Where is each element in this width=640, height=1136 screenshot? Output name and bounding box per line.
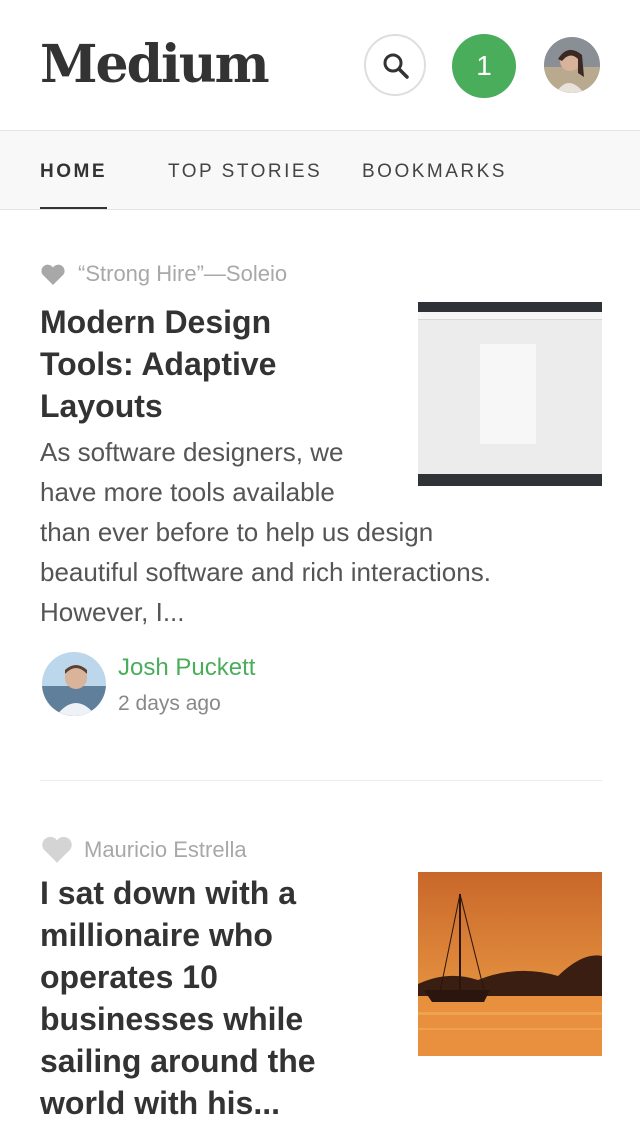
post-title-line: businesses while — [40, 1001, 304, 1037]
author-name[interactable]: Josh Puckett — [118, 654, 255, 682]
notification-badge[interactable]: 1 — [452, 34, 516, 98]
post-title[interactable]: Modern Design Tools: Adaptive Layouts — [40, 301, 400, 427]
app-header: Medium 1 — [0, 0, 640, 130]
tab-home[interactable]: HOME — [40, 131, 107, 209]
sailboat-image — [418, 872, 602, 1056]
post-kicker: “Strong Hire”—Soleio — [78, 261, 288, 286]
post-date: 2 days ago — [118, 692, 221, 715]
search-button[interactable] — [364, 34, 426, 96]
post-title-line: Modern Design — [40, 304, 272, 340]
post-title-line: I sat down with a — [40, 875, 297, 911]
post-title[interactable]: I sat down with a millionaire who operat… — [40, 872, 400, 1124]
post-thumbnail[interactable] — [418, 302, 602, 486]
user-photo — [544, 37, 600, 93]
heart-icon[interactable] — [40, 836, 74, 864]
post-kicker: Mauricio Estrella — [84, 837, 247, 862]
medium-logo[interactable]: Medium — [40, 30, 270, 100]
post-title-line: Layouts — [40, 388, 163, 424]
heart-icon[interactable] — [40, 264, 66, 286]
author-photo — [42, 652, 106, 716]
avatar[interactable] — [544, 37, 600, 93]
post-title-line: Tools: Adaptive — [40, 346, 277, 382]
post-excerpt-line: than ever before to help us design — [40, 517, 434, 547]
post-title-line: operates 10 — [40, 959, 218, 995]
post-excerpt-line: However, I... — [40, 597, 185, 627]
search-icon — [383, 53, 409, 79]
post-title-line: sailing around the — [40, 1043, 316, 1079]
post-title-line: world with his... — [40, 1085, 280, 1121]
post-excerpt-line: beautiful software and rich interactions… — [40, 557, 491, 587]
author-avatar[interactable] — [42, 652, 106, 716]
post-thumbnail[interactable] — [418, 872, 602, 1056]
tab-bar: HOME TOP STORIES BOOKMARKS — [0, 130, 640, 210]
post-divider — [40, 780, 602, 781]
tab-bookmarks[interactable]: BOOKMARKS — [362, 131, 507, 209]
tab-top-stories[interactable]: TOP STORIES — [168, 131, 322, 209]
post-title-line: millionaire who — [40, 917, 273, 953]
